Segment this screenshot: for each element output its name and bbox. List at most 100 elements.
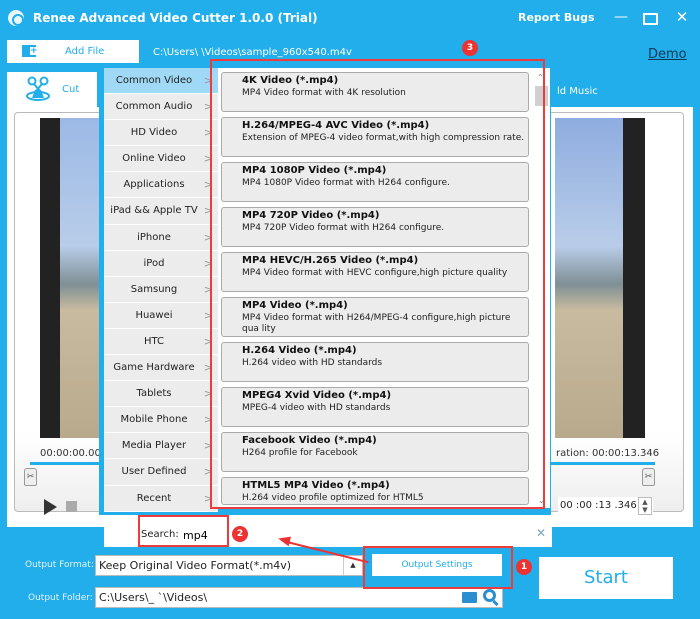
format-item[interactable]: MPEG4 Xvid Video (*.mp4) MPEG-4 video wit… <box>221 387 529 427</box>
format-desc: H264 profile for Facebook <box>242 448 358 458</box>
format-list-scrollbar[interactable] <box>534 68 550 508</box>
report-bugs-link[interactable]: Report Bugs <box>518 11 595 24</box>
category-huawei[interactable]: Huawei > <box>104 302 218 329</box>
clear-search-icon[interactable]: ✕ <box>536 526 546 540</box>
search-icon[interactable] <box>483 589 496 602</box>
category-label: Samsung <box>130 283 178 295</box>
category-tablets[interactable]: Tablets > <box>104 381 218 408</box>
category-label: iPhone <box>137 231 171 243</box>
step-badge-3: 3 <box>462 40 478 56</box>
format-item[interactable]: 4K Video (*.mp4) MP4 Video format with 4K… <box>221 72 529 112</box>
output-format-select[interactable]: Keep Original Video Format(*.m4v) <box>95 555 363 576</box>
step-badge-1: 1 <box>516 559 532 575</box>
category-label: Tablets <box>136 388 172 400</box>
format-item[interactable]: MP4 Video (*.mp4) MP4 Video format with H… <box>221 297 529 337</box>
scroll-up-icon[interactable]: ⌃ <box>537 73 544 82</box>
folder-icon[interactable] <box>462 592 477 603</box>
format-desc: H.264 video with HD standards <box>242 358 383 368</box>
category-htc[interactable]: HTC > <box>104 328 218 356</box>
time-spinner[interactable]: ▲ ▼ <box>638 497 652 515</box>
video-frame-end <box>555 118 623 438</box>
chevron-right-icon: > <box>203 334 213 348</box>
chevron-right-icon: > <box>203 465 213 479</box>
chevron-right-icon: > <box>203 256 213 270</box>
category-common-video[interactable]: Common Video > <box>104 68 218 95</box>
chevron-right-icon: > <box>203 74 213 87</box>
chevron-right-icon: > <box>203 413 213 427</box>
start-button[interactable]: Start <box>539 557 673 599</box>
output-folder-field[interactable]: C:\Users\_ `\Videos\ <box>95 587 503 608</box>
chevron-right-icon: > <box>203 204 213 218</box>
duration: ration: 00:00:13.346 <box>556 448 660 459</box>
chevron-right-icon: > <box>203 491 213 505</box>
category-samsung[interactable]: Samsung > <box>104 276 218 303</box>
category-ipod[interactable]: iPod > <box>104 250 218 277</box>
chevron-right-icon: > <box>203 282 213 296</box>
output-settings-button[interactable]: Output Settings <box>372 554 502 576</box>
app-title: Renee Advanced Video Cutter 1.0.0 (Trial… <box>33 11 318 25</box>
format-desc: MP4 Video format with 4K resolution <box>242 88 406 98</box>
category-applications[interactable]: Applications > <box>104 172 218 199</box>
category-game-hardware[interactable]: Game Hardware > <box>104 355 218 382</box>
close-button[interactable]: ✕ <box>673 8 691 26</box>
format-desc: MP4 1080P Video format with H264 configu… <box>242 178 450 188</box>
chevron-right-icon: > <box>203 100 213 114</box>
category-label: iPod <box>143 257 165 269</box>
format-title: H.264/MPEG-4 AVC Video (*.mp4) <box>242 120 430 131</box>
category-media-player[interactable]: Media Player > <box>104 433 218 460</box>
play-icon[interactable] <box>44 499 57 515</box>
category-label: Game Hardware <box>113 362 195 374</box>
category-label: Online Video <box>122 153 186 165</box>
category-label: User Defined <box>121 466 187 478</box>
maximize-button[interactable] <box>640 8 658 26</box>
category-online-video[interactable]: Online Video > <box>104 146 218 173</box>
add-file-label: Add File <box>65 46 105 57</box>
chevron-right-icon: > <box>203 230 213 244</box>
app-logo-icon <box>8 10 24 26</box>
format-desc: MP4 Video format with HEVC configure,hig… <box>242 268 508 278</box>
end-marker-handle[interactable]: ✂ <box>642 468 655 486</box>
search-label: Search: <box>141 529 179 540</box>
format-title: MPEG4 Xvid Video (*.mp4) <box>242 390 392 401</box>
category-mobile-phone[interactable]: Mobile Phone > <box>104 407 218 434</box>
category-ipad-apple-tv[interactable]: iPad && Apple TV > <box>104 198 218 225</box>
scroll-thumb[interactable] <box>535 86 548 106</box>
category-label: Common Audio <box>115 101 193 113</box>
step-badge-2: 2 <box>232 526 248 542</box>
category-common-audio[interactable]: Common Audio > <box>104 94 218 121</box>
category-hd-video[interactable]: HD Video > <box>104 120 218 147</box>
chevron-right-icon: > <box>203 361 213 375</box>
minimize-button[interactable]: — <box>612 8 630 26</box>
chevron-right-icon: > <box>203 308 213 322</box>
tab-add-music[interactable]: ld Music <box>557 86 598 97</box>
format-title: Facebook Video (*.mp4) <box>242 435 377 446</box>
format-item[interactable]: H.264 Video (*.mp4) H.264 video with HD s… <box>221 342 529 382</box>
format-item[interactable]: MP4 720P Video (*.mp4) MP4 720P Video for… <box>221 207 529 247</box>
scroll-down-icon[interactable]: ⌄ <box>538 496 545 505</box>
format-item[interactable]: Facebook Video (*.mp4) H264 profile for F… <box>221 432 529 472</box>
format-desc: H.264 video profile optimized for HTML5 <box>242 493 424 503</box>
category-label: HD Video <box>130 127 178 139</box>
chevron-right-icon: > <box>203 387 213 401</box>
stop-icon[interactable] <box>66 501 77 512</box>
category-label: Media Player <box>121 440 187 452</box>
category-iphone[interactable]: iPhone > <box>104 224 218 251</box>
format-item[interactable]: H.264/MPEG-4 AVC Video (*.mp4) Extension … <box>221 117 529 157</box>
category-label: Huawei <box>135 309 173 321</box>
chevron-right-icon: > <box>203 439 213 453</box>
format-title: HTML5 MP4 Video (*.mp4) <box>242 480 390 491</box>
format-title: MP4 720P Video (*.mp4) <box>242 210 380 221</box>
demo-link[interactable]: Demo <box>648 47 687 62</box>
output-format-label: Output Format: <box>25 560 94 570</box>
start-marker-handle[interactable]: ✂ <box>24 468 37 486</box>
format-item[interactable]: MP4 1080P Video (*.mp4) MP4 1080P Video f… <box>221 162 529 202</box>
add-file-button[interactable]: Add File <box>7 40 139 63</box>
format-title: 4K Video (*.mp4) <box>242 75 339 86</box>
format-desc: Extension of MPEG-4 video format,with hi… <box>242 133 525 143</box>
category-user-defined[interactable]: User Defined > <box>104 459 218 486</box>
format-item[interactable]: HTML5 MP4 Video (*.mp4) H.264 video profi… <box>221 477 529 505</box>
tab-cut[interactable]: Cut <box>7 72 97 107</box>
category-recent[interactable]: Recent > <box>104 485 218 512</box>
category-label: Recent <box>136 492 172 504</box>
format-item[interactable]: MP4 HEVC/H.265 Video (*.mp4) MP4 Video fo… <box>221 252 529 292</box>
